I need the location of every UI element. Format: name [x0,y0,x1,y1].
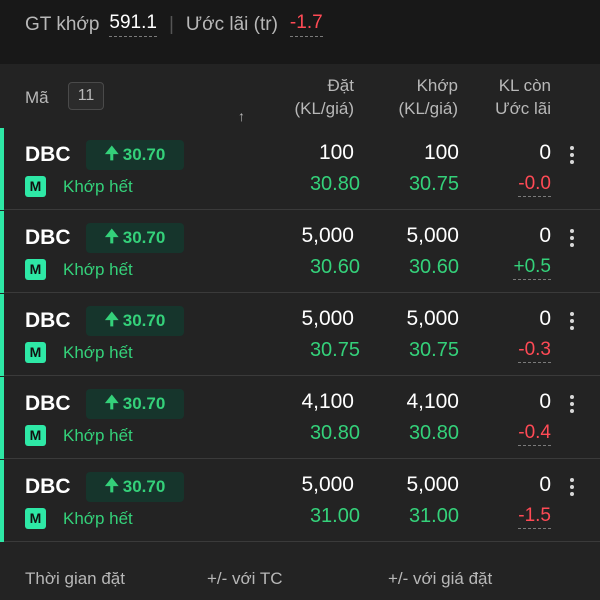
price-badge-value: 30.70 [122,477,166,496]
order-time-label: Thời gian đặt [25,569,125,588]
order-quantity: 100 [318,141,354,164]
row-accent-bar [0,460,4,542]
uoc-lai-value[interactable]: -1.7 [289,12,323,37]
price-badge[interactable]: 🠉 30.70 [86,389,184,419]
row-accent-bar [0,377,4,459]
price-badge[interactable]: 🠉 30.70 [86,472,184,502]
stock-symbol[interactable]: DBC [25,475,71,499]
remaining-quantity: 0 [539,307,551,330]
order-type-badge: M [25,342,46,363]
order-status: Khớp hết [63,426,133,445]
order-row[interactable]: DBC 🠉 30.70 M Khớp hết 5,000 31.00 5,000 31.00 0 -… [0,460,600,542]
matched-price: 30.75 [408,173,459,195]
remaining-quantity: 0 [539,390,551,413]
dat-header-line2: (KL/giá) [294,99,354,118]
order-price: 31.00 [309,505,360,527]
price-badge[interactable]: 🠉 30.70 [86,306,184,336]
arrow-up-icon: 🠉 [104,392,119,412]
order-row[interactable]: DBC 🠉 30.70 M Khớp hết 4,100 30.80 4,100 30.80 0 -… [0,377,600,459]
arrow-up-icon: 🠉 [104,226,119,246]
vs-reference-label: +/- với TC [207,569,283,588]
order-status: Khớp hết [63,343,133,362]
order-price: 30.80 [309,173,360,195]
estimated-profit[interactable]: +0.5 [513,256,551,280]
order-row[interactable]: DBC 🠉 30.70 M Khớp hết 100 30.80 100 30.75 0 -0.0 [0,128,600,210]
khop-column-header[interactable]: Khớp (KL/giá) [398,74,458,120]
vs-order-price-label: +/- với giá đặt [388,569,493,588]
order-type-badge: M [25,176,46,197]
more-options-icon[interactable] [566,229,578,247]
gt-khop-label: GT khớp [25,13,100,35]
more-options-icon[interactable] [566,312,578,330]
matched-quantity: 100 [423,141,459,164]
estimated-profit[interactable]: -1.5 [518,505,551,529]
order-type-badge: M [25,508,46,529]
more-options-icon[interactable] [566,478,578,496]
order-price: 30.60 [309,256,360,278]
order-status: Khớp hết [63,509,133,528]
matched-price: 30.75 [408,339,459,361]
matched-price: 30.60 [408,256,459,278]
order-quantity: 4,100 [301,390,354,413]
matched-quantity: 5,000 [406,307,459,330]
summary-divider: | [168,13,174,35]
price-badge[interactable]: 🠉 30.70 [86,223,184,253]
price-badge-value: 30.70 [122,145,166,164]
uoc-lai-label: Ước lãi (tr) [185,13,278,35]
order-type-badge: M [25,259,46,280]
kl-con-column-header[interactable]: KL còn Ước lãi [495,74,551,120]
remaining-quantity: 0 [539,141,551,164]
stock-symbol[interactable]: DBC [25,309,71,333]
order-type-badge: M [25,425,46,446]
order-row[interactable]: DBC 🠉 30.70 M Khớp hết 5,000 30.75 5,000 30.75 0 -… [0,294,600,376]
matched-price: 30.80 [408,422,459,444]
dat-header-line1: Đặt [327,76,354,95]
row-accent-bar [0,294,4,376]
estimated-profit[interactable]: -0.0 [518,173,551,197]
price-badge-value: 30.70 [122,394,166,413]
stock-symbol[interactable]: DBC [25,392,71,416]
order-quantity: 5,000 [301,473,354,496]
summary-bar: GT khớp 591.1 | Ước lãi (tr) -1.7 [0,0,600,64]
more-options-icon[interactable] [566,395,578,413]
order-price: 30.80 [309,422,360,444]
dat-column-header[interactable]: Đặt (KL/giá) [294,74,354,120]
matched-quantity: 5,000 [406,473,459,496]
order-row[interactable]: DBC 🠉 30.70 M Khớp hết 5,000 30.60 5,000 30.60 0 +… [0,211,600,293]
sort-arrow-up-icon[interactable]: ↑ [238,108,245,124]
price-badge-value: 30.70 [122,228,166,247]
remaining-quantity: 0 [539,224,551,247]
more-options-icon[interactable] [566,146,578,164]
gt-khop-value[interactable]: 591.1 [109,12,157,37]
stock-symbol[interactable]: DBC [25,226,71,250]
row-accent-bar [0,128,4,210]
estimated-profit[interactable]: -0.4 [518,422,551,446]
kl-header-line2: Ước lãi [495,99,551,118]
order-status: Khớp hết [63,260,133,279]
order-status: Khớp hết [63,177,133,196]
row-accent-bar [0,211,4,293]
price-badge-value: 30.70 [122,311,166,330]
order-price: 30.75 [309,339,360,361]
stock-symbol[interactable]: DBC [25,143,71,167]
matched-quantity: 5,000 [406,224,459,247]
estimated-profit[interactable]: -0.3 [518,339,551,363]
symbol-column-header[interactable]: Mã [25,88,49,108]
order-detail-footer: Thời gian đặt +/- với TC +/- với giá đặt [0,543,600,600]
matched-quantity: 4,100 [406,390,459,413]
order-quantity: 5,000 [301,307,354,330]
remaining-quantity: 0 [539,473,551,496]
order-count-badge: 11 [68,82,104,110]
kl-header-line1: KL còn [498,76,551,95]
arrow-up-icon: 🠉 [104,309,119,329]
order-quantity: 5,000 [301,224,354,247]
arrow-up-icon: 🠉 [104,475,119,495]
arrow-up-icon: 🠉 [104,143,119,163]
matched-price: 31.00 [408,505,459,527]
khop-header-line1: Khớp [416,76,458,95]
price-badge[interactable]: 🠉 30.70 [86,140,184,170]
khop-header-line2: (KL/giá) [398,99,458,118]
table-header: Mã 11 ↑ Đặt (KL/giá) Khớp (KL/giá) KL cò… [0,64,600,128]
